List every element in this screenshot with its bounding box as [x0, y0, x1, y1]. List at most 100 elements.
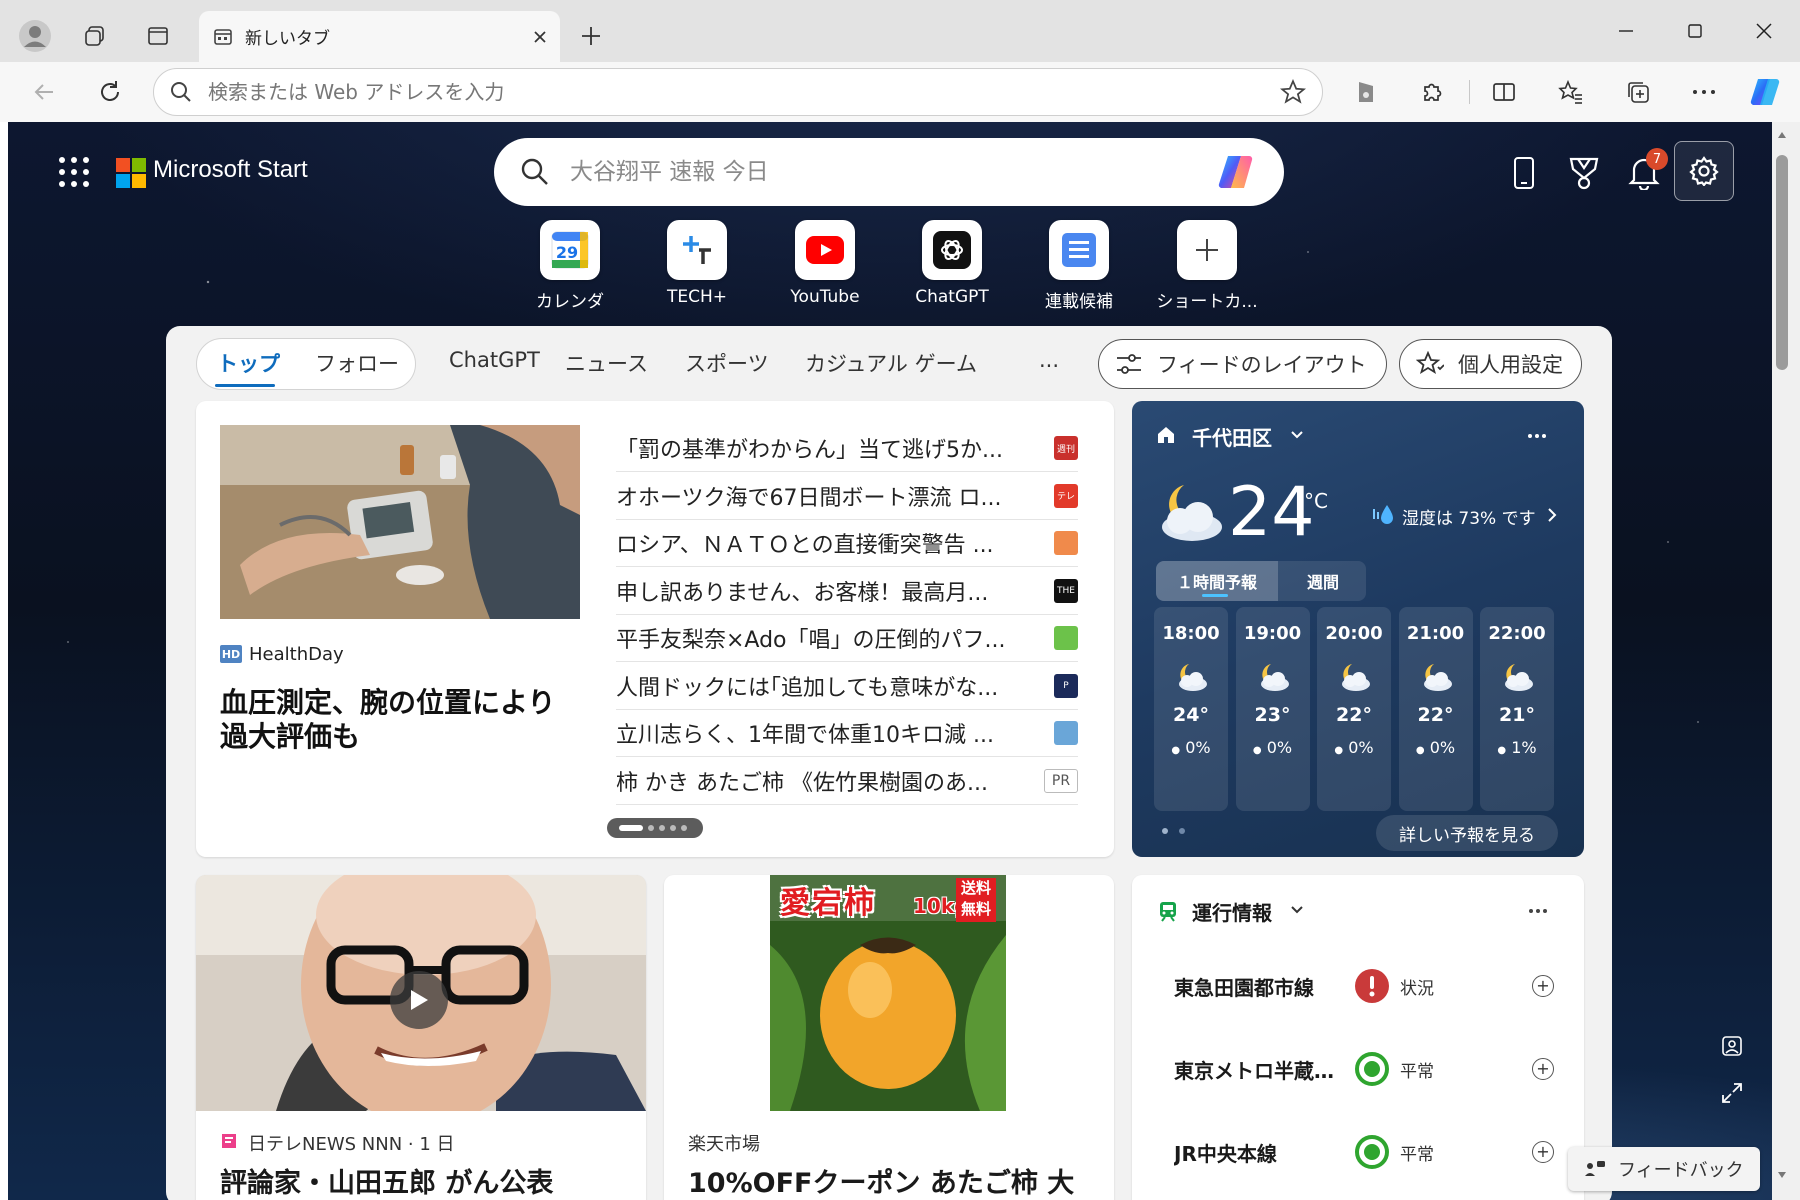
news-card-rakuten[interactable]: 愛宕柿 10kg 送料 無料 楽天市場 10%OFFクーポン あたご柿 大: [664, 875, 1114, 1200]
carousel-pager[interactable]: [607, 818, 703, 838]
address-input[interactable]: [208, 80, 1280, 104]
vertical-tabs-button[interactable]: [136, 14, 180, 58]
minimize-button[interactable]: [1604, 9, 1648, 53]
transit-line-item[interactable]: 東急田園都市線 状況 +: [1174, 966, 1554, 1006]
notifications-button[interactable]: 7: [1621, 148, 1668, 196]
quick-link-docs[interactable]: 連載候補: [1019, 220, 1139, 312]
headline-item[interactable]: 人間ドックには｢追加しても意味がな... P: [616, 663, 1078, 710]
more-dots-icon[interactable]: [1528, 908, 1548, 914]
brand-title[interactable]: Microsoft Start: [153, 156, 308, 184]
transit-line-item[interactable]: JR中央本線 平常 +: [1174, 1132, 1554, 1172]
favorite-star-icon[interactable]: [1280, 79, 1306, 105]
collections-button[interactable]: [1618, 72, 1658, 112]
hourly-forecast-item[interactable]: 18:00 24° ● 0%: [1154, 607, 1228, 811]
workspaces-button[interactable]: [73, 14, 117, 58]
precip-drop-icon: ●: [1171, 745, 1181, 756]
weather-pager-dot[interactable]: [1179, 828, 1185, 834]
detailed-forecast-link[interactable]: 詳しい予報を見る: [1376, 815, 1558, 851]
tab-more[interactable]: ...: [1039, 348, 1059, 372]
pager-dot: [670, 825, 676, 831]
back-button[interactable]: [24, 72, 64, 112]
tab-top[interactable]: トップ: [217, 348, 280, 378]
quick-link-techplus[interactable]: TECH+: [637, 220, 757, 307]
news-card-ntv[interactable]: 日テレNEWS NNN · 1 日 評論家・山田五郎 がん公表: [196, 875, 646, 1200]
tab-casual-games[interactable]: カジュアル ゲーム: [805, 348, 977, 378]
personalize-button[interactable]: 個人用設定: [1399, 339, 1582, 389]
background-image-icon[interactable]: [1721, 1035, 1743, 1057]
more-dots-icon[interactable]: [1527, 433, 1547, 439]
headline-item[interactable]: 柿 かき あたご柿 《佐竹果樹園のあ... PR: [616, 758, 1078, 805]
play-button[interactable]: [390, 971, 448, 1029]
hero-image-blood-pressure[interactable]: [220, 425, 580, 619]
expand-icon[interactable]: [1721, 1082, 1743, 1104]
profile-avatar[interactable]: [13, 14, 57, 58]
web-search-box[interactable]: [494, 138, 1284, 206]
rewards-button[interactable]: [1561, 150, 1607, 196]
page-settings-button[interactable]: [1674, 141, 1734, 201]
add-line-icon[interactable]: +: [1532, 1141, 1554, 1163]
forecast-precip: 0%: [1348, 738, 1374, 757]
hourly-forecast-item[interactable]: 20:00 22° ● 0%: [1317, 607, 1391, 811]
ad-title[interactable]: 10%OFFクーポン あたご柿 大: [688, 1161, 1074, 1200]
hourly-forecast-item[interactable]: 22:00 21° ● 1%: [1480, 607, 1554, 811]
feedback-button[interactable]: フィードバック: [1568, 1147, 1760, 1191]
add-line-icon[interactable]: +: [1532, 1058, 1554, 1080]
more-menu-button[interactable]: [1684, 72, 1724, 112]
tab-weekly-forecast[interactable]: 週間: [1280, 561, 1366, 601]
web-search-input[interactable]: [570, 159, 1214, 185]
quick-link-chatgpt[interactable]: ChatGPT: [892, 220, 1012, 307]
scroll-up-icon[interactable]: [1777, 131, 1787, 139]
quick-link-add-shortcut[interactable]: ショートカ...: [1147, 220, 1267, 312]
extension-button[interactable]: [1346, 72, 1386, 112]
mobile-app-button[interactable]: [1501, 150, 1547, 196]
hero-title[interactable]: 血圧測定、腕の位置により 過大評価も: [220, 686, 580, 754]
tab-sports[interactable]: スポーツ: [685, 348, 769, 378]
new-tab-button[interactable]: [569, 14, 613, 58]
scrollbar-thumb[interactable]: [1776, 155, 1788, 370]
split-screen-button[interactable]: [1484, 72, 1524, 112]
headline-item[interactable]: ロシア、ＮＡＴＯとの直接衝突警告 ...: [616, 520, 1078, 567]
headline-item[interactable]: 「罰の基準がわからん」当て逃げ5か... 週刊: [616, 425, 1078, 472]
hero-source[interactable]: HealthDay: [249, 644, 344, 665]
weather-location[interactable]: 千代田区: [1192, 422, 1272, 451]
refresh-button[interactable]: [90, 72, 130, 112]
transit-line-item[interactable]: 東京メトロ半蔵… 平常 +: [1174, 1049, 1554, 1089]
copilot-icon[interactable]: [1214, 152, 1258, 192]
add-line-icon[interactable]: +: [1532, 975, 1554, 997]
close-window-button[interactable]: [1742, 9, 1786, 53]
chevron-down-icon[interactable]: [1290, 905, 1304, 915]
tab-chatgpt[interactable]: ChatGPT: [449, 348, 540, 372]
copilot-button[interactable]: [1745, 72, 1785, 112]
tab-news[interactable]: ニュース: [565, 348, 648, 378]
favorites-button[interactable]: [1551, 72, 1591, 112]
tab-follow[interactable]: フォロー: [315, 348, 399, 378]
headline-item[interactable]: 申し訳ありません、お客様！最高月... THE: [616, 568, 1078, 615]
chatgpt-icon: [933, 231, 971, 269]
address-bar[interactable]: [153, 68, 1323, 116]
news-title[interactable]: 評論家・山田五郎 がん公表: [220, 1161, 553, 1200]
ad-source[interactable]: 楽天市場: [688, 1130, 760, 1156]
quick-link-calendar[interactable]: 29 カレンダ: [510, 220, 630, 312]
headline-item[interactable]: 平手友梨奈×Ado「唱」の圧倒的パフ...: [616, 615, 1078, 662]
pager-dot-active: [619, 825, 643, 831]
news-source[interactable]: 日テレNEWS NNN: [248, 1134, 402, 1155]
tab-new-tab[interactable]: 新しいタブ: [199, 11, 560, 62]
headline-item[interactable]: オホーツク海で67日間ボート漂流 ロ... テレ: [616, 473, 1078, 520]
weather-card[interactable]: 千代田区 24 °C 湿度は 73% です １時間予報 週間 18:00 24° ●…: [1132, 401, 1584, 857]
headline-item[interactable]: 立川志らく、1年間で体重10キロ減 ...: [616, 710, 1078, 757]
humidity-text[interactable]: 湿度は 73% です: [1402, 504, 1536, 529]
hourly-forecast-item[interactable]: 19:00 23° ● 0%: [1235, 607, 1310, 811]
apps-launcher-button[interactable]: [56, 154, 92, 190]
feed-layout-button[interactable]: フィードのレイアウト: [1098, 339, 1387, 389]
chevron-right-icon[interactable]: [1547, 507, 1557, 523]
close-tab-icon[interactable]: [532, 29, 548, 45]
quick-link-tile: 29: [540, 220, 600, 280]
scroll-down-icon[interactable]: [1777, 1171, 1787, 1179]
maximize-button[interactable]: [1673, 9, 1717, 53]
weather-pager-dot[interactable]: [1162, 828, 1168, 834]
transit-title[interactable]: 運行情報: [1192, 897, 1272, 926]
extensions-button[interactable]: [1412, 72, 1452, 112]
quick-link-youtube[interactable]: YouTube: [765, 220, 885, 307]
chevron-down-icon[interactable]: [1290, 430, 1304, 440]
hourly-forecast-item[interactable]: 21:00 22° ● 0%: [1398, 607, 1473, 811]
